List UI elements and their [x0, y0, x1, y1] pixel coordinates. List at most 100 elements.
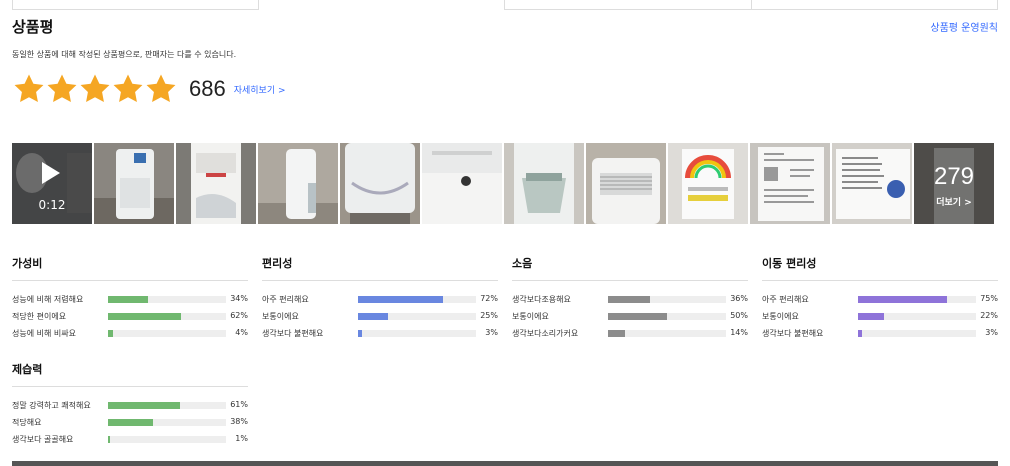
review-policy-link[interactable]: 상품평 운영원칙: [930, 19, 998, 34]
summary-row: 생각보다 불편해요 3%: [262, 324, 498, 341]
top-box-right: [751, 0, 998, 10]
review-photo[interactable]: [832, 143, 912, 224]
energy-label-photo: [668, 143, 748, 224]
top-box-left: [12, 0, 259, 10]
summary-row-percent: 61%: [230, 400, 248, 409]
more-photos-label: 더보기 >: [936, 198, 972, 208]
summary-bar-fill: [108, 296, 149, 303]
summary-title: 가성비: [12, 255, 248, 281]
photo-gallery: 0:12 279 더보기 >: [12, 143, 994, 224]
details-link[interactable]: 자세히보기 >: [234, 83, 286, 96]
section-title: 상품평: [12, 18, 54, 36]
summary-row: 생각보다 골골해요 1%: [12, 430, 248, 447]
summary-block: 소음 생각보다조용해요 36% 보통이에요 50% 생각보다소리가커요 14%: [512, 255, 748, 341]
video-thumbnail[interactable]: 0:12: [12, 143, 92, 224]
summary-row: 적당한 편이에요 62%: [12, 307, 248, 324]
rating-summary: 686 자세히보기 >: [12, 72, 286, 106]
summary-bar-track: [108, 313, 226, 320]
summary-row-percent: 1%: [235, 434, 248, 443]
review-photo[interactable]: [504, 143, 584, 224]
dehumidifier-photo: [504, 143, 584, 224]
summary-bar-fill: [858, 330, 862, 337]
summary-bar-fill: [608, 330, 625, 337]
summary-row-percent: 62%: [230, 311, 248, 320]
review-photo[interactable]: [94, 143, 174, 224]
summary-row-label: 보통이에요: [262, 312, 299, 321]
summary-row-label: 생각보다소리가커요: [512, 329, 579, 338]
summary-row-label: 생각보다 골골해요: [12, 435, 74, 444]
summary-row-percent: 38%: [230, 417, 248, 426]
review-count: 686: [189, 76, 226, 101]
review-photo[interactable]: [258, 143, 338, 224]
summary-block: 편리성아주 편리해요 72% 보통이에요 25% 생각보다 불편해요 3%: [262, 255, 498, 341]
summary-bar-fill: [108, 402, 180, 409]
summary-row: 생각보다조용해요 36%: [512, 290, 748, 307]
summary-row-percent: 36%: [730, 294, 748, 303]
dehumidifier-photo: [340, 143, 420, 224]
summary-bar-fill: [108, 313, 182, 320]
summary-row-percent: 72%: [480, 294, 498, 303]
dehumidifier-photo: [176, 143, 256, 224]
summary-row-label: 정말 강력하고 쾌적해요: [12, 401, 91, 410]
review-photo[interactable]: [422, 143, 502, 224]
summary-row: 아주 편리해요 72%: [262, 290, 498, 307]
video-duration: 0:12: [38, 198, 66, 212]
summary-row: 성능에 비해 비싸요 4%: [12, 324, 248, 341]
summary-bar-track: [108, 436, 226, 443]
dehumidifier-photo: [258, 143, 338, 224]
summary-row-percent: 3%: [985, 328, 998, 337]
summary-row: 보통이에요 50%: [512, 307, 748, 324]
summary-bar-track: [858, 313, 976, 320]
summary-bar-track: [108, 402, 226, 409]
summary-bar-track: [608, 313, 726, 320]
summary-bar-track: [108, 296, 226, 303]
summary-block: 제습력 정말 강력하고 쾌적해요 61% 적당해요 38% 생각보다 골골해요 1%: [12, 361, 248, 447]
star-icon: [14, 74, 44, 103]
summary-row: 정말 강력하고 쾌적해요 61%: [12, 396, 248, 413]
review-photo[interactable]: [340, 143, 420, 224]
review-photo[interactable]: [668, 143, 748, 224]
summary-bar-fill: [108, 436, 110, 443]
summary-row-percent: 34%: [230, 294, 248, 303]
summary-block: 이동 편리성 아주 편리해요 75% 보통이에요 22% 생각보다 불편해요 3%: [762, 255, 998, 341]
star-icon: [113, 74, 143, 103]
summary-row-label: 적당해요: [12, 418, 42, 427]
review-photo[interactable]: [586, 143, 666, 224]
summary-bar-track: [358, 296, 476, 303]
summary-row: 아주 편리해요 75%: [762, 290, 998, 307]
summary-row-label: 성능에 비해 저렴해요: [12, 295, 84, 304]
top-box-middle: [504, 0, 752, 10]
star-icon: [80, 74, 110, 103]
more-photos-count: 279: [933, 163, 975, 190]
summary-row-label: 보통이에요: [512, 312, 549, 321]
summary-title: 편리성: [262, 255, 498, 281]
summary-bar-track: [108, 330, 226, 337]
review-photo[interactable]: [176, 143, 256, 224]
summary-row-percent: 25%: [480, 311, 498, 320]
more-photos-button[interactable]: 279 더보기 >: [914, 143, 994, 224]
summary-row: 보통이에요 25%: [262, 307, 498, 324]
warranty-card-photo: [832, 143, 912, 224]
summary-bar-fill: [608, 296, 651, 303]
summary-row-percent: 75%: [980, 294, 998, 303]
summary-bar-fill: [858, 296, 947, 303]
review-photo[interactable]: [750, 143, 830, 224]
summary-row-label: 보통이에요: [762, 312, 799, 321]
manual-photo: [750, 143, 830, 224]
summary-row-label: 적당한 편이에요: [12, 312, 67, 321]
section-divider-bar: [12, 461, 998, 466]
dehumidifier-photo: [586, 143, 666, 224]
summary-row: 성능에 비해 저렴해요 34%: [12, 290, 248, 307]
summary-bar-track: [608, 296, 726, 303]
summary-row: 보통이에요 22%: [762, 307, 998, 324]
summary-bar-track: [608, 330, 726, 337]
star-rating: [12, 72, 177, 106]
summary-row-percent: 3%: [485, 328, 498, 337]
dehumidifier-photo: [94, 143, 174, 224]
summary-row: 생각보다 불편해요 3%: [762, 324, 998, 341]
section-description: 동일한 상품에 대해 작성된 상품평으로, 판매자는 다를 수 있습니다.: [12, 50, 237, 59]
summary-bar-fill: [358, 330, 362, 337]
summary-row-label: 성능에 비해 비싸요: [12, 329, 76, 338]
summary-bar-track: [358, 313, 476, 320]
summary-row-label: 생각보다 불편해요: [262, 329, 324, 338]
